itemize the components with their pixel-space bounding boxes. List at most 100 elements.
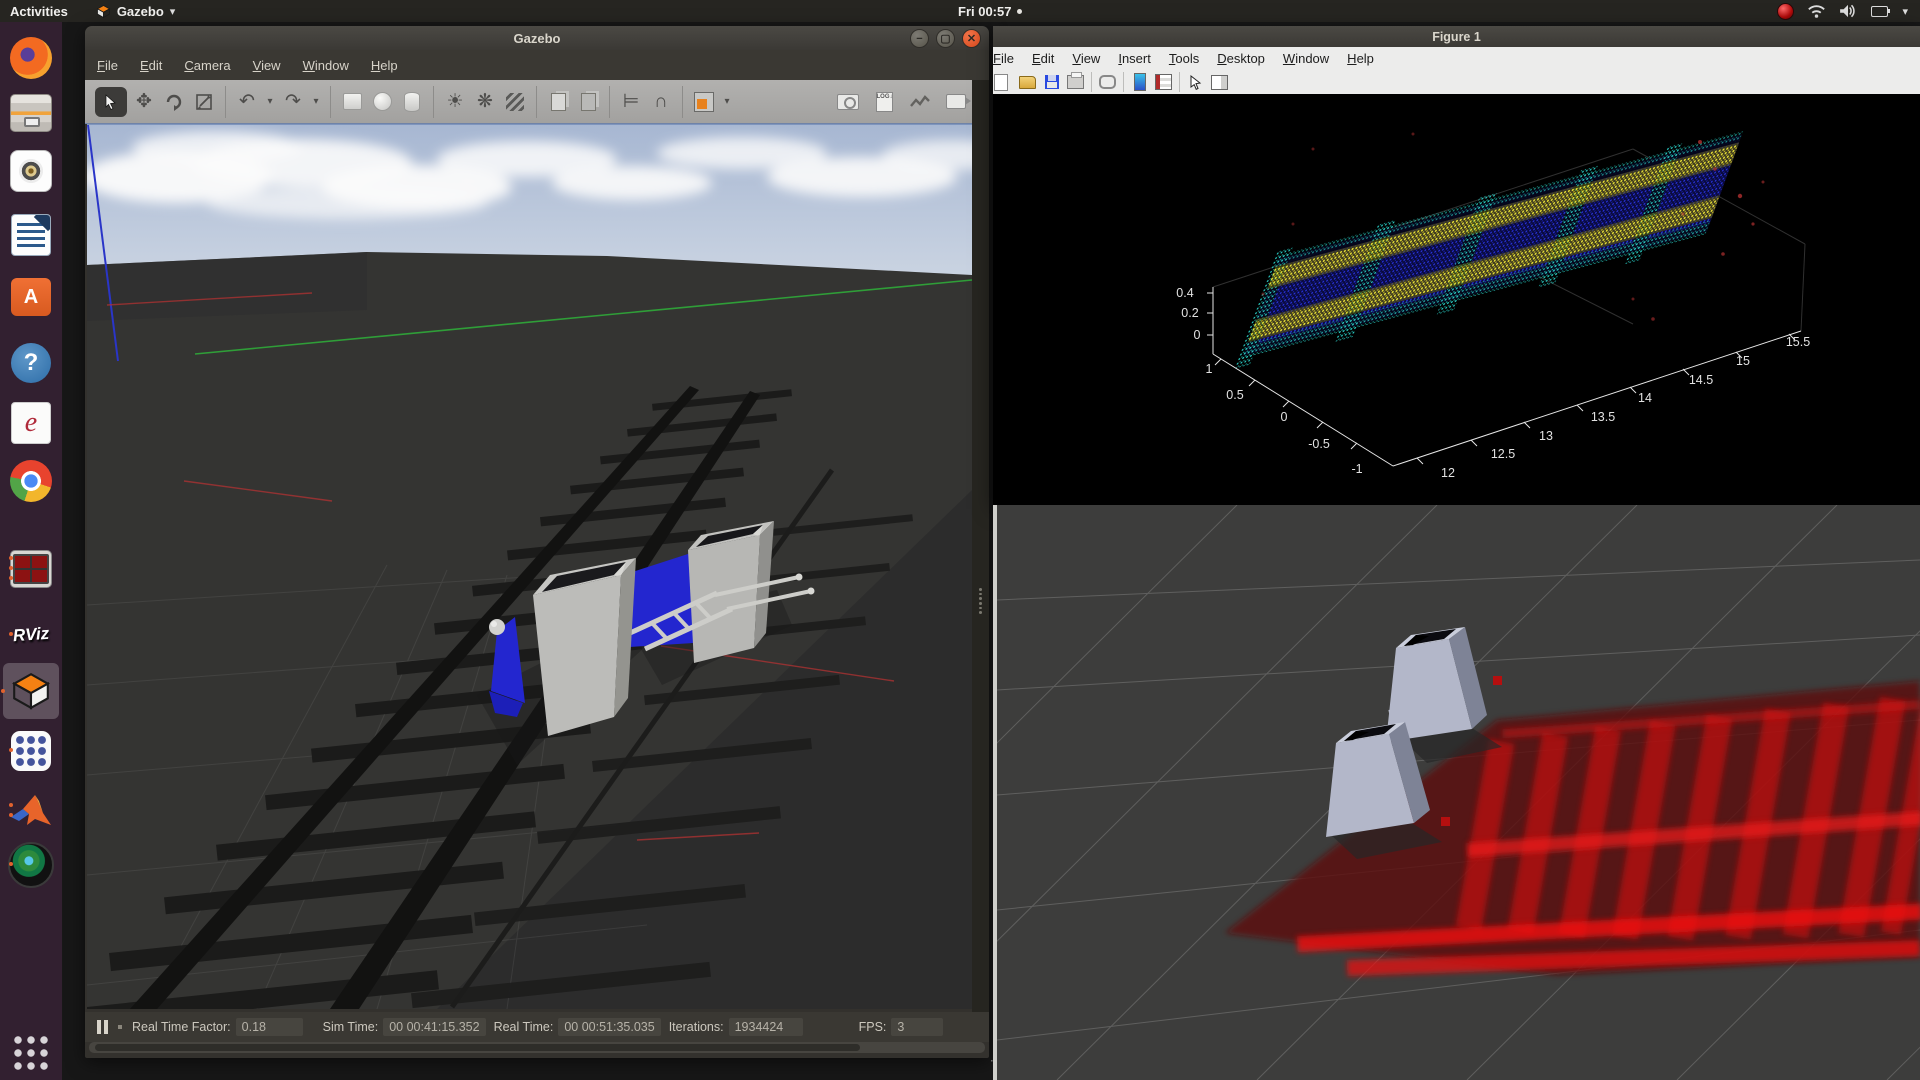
activities-button[interactable]: Activities	[10, 4, 68, 19]
gazebo-statusbar: Real Time Factor: 0.18 Sim Time: 00 00:4…	[85, 1012, 989, 1042]
menu-window[interactable]: Window	[293, 55, 359, 76]
menu-view[interactable]: View	[1063, 49, 1109, 68]
toolbar-separator	[536, 86, 537, 118]
property-inspector-button[interactable]	[1211, 74, 1228, 91]
volume-icon	[1839, 4, 1857, 18]
rtf-label: Real Time Factor:	[132, 1020, 231, 1034]
plot-button[interactable]	[907, 89, 933, 115]
menu-camera[interactable]: Camera	[174, 55, 240, 76]
new-figure-button[interactable]	[995, 74, 1012, 91]
dock-terminator[interactable]	[8, 546, 54, 592]
maximize-button[interactable]: ▢	[936, 29, 955, 48]
chrome-icon	[10, 460, 52, 502]
menu-file[interactable]: File	[993, 49, 1023, 68]
log-record-button[interactable]: LOG↓	[871, 89, 897, 115]
dock-software[interactable]: A	[8, 274, 54, 320]
open-file-button[interactable]	[1019, 74, 1036, 91]
rviz-icon: RViz	[12, 624, 50, 646]
gazebo-icon	[10, 670, 52, 712]
menu-view[interactable]: View	[243, 55, 291, 76]
system-tray-menu[interactable]: ▾	[1777, 0, 1908, 22]
sim-time-label: Sim Time:	[323, 1020, 379, 1034]
scrollbar-thumb[interactable]	[95, 1044, 860, 1051]
menu-edit[interactable]: Edit	[1023, 49, 1063, 68]
point-light-button[interactable]: ☀	[442, 89, 468, 115]
insert-legend-button[interactable]	[1155, 74, 1172, 91]
link-plot-button[interactable]	[1099, 74, 1116, 91]
dock-writer[interactable]	[8, 212, 54, 258]
edit-plot-button[interactable]	[1187, 74, 1204, 91]
copy-button[interactable]	[545, 89, 571, 115]
dock-chrome[interactable]	[8, 458, 54, 504]
rotate-tool-button[interactable]	[161, 89, 187, 115]
horizontal-scrollbar[interactable]	[89, 1042, 985, 1053]
figure-window: Figure 1 File Edit View Insert Tools Des…	[993, 26, 1920, 505]
menu-file[interactable]: File	[87, 55, 128, 76]
align-button[interactable]: ⊨	[618, 89, 644, 115]
x-tick: 14	[1638, 391, 1652, 405]
dock-camera[interactable]	[8, 842, 54, 888]
insert-cylinder-button[interactable]	[399, 89, 425, 115]
menu-tools[interactable]: Tools	[1160, 49, 1208, 68]
insert-colorbar-button[interactable]	[1131, 74, 1148, 91]
app-indicator-menu[interactable]: Gazebo ▾	[96, 4, 176, 19]
toolbar-separator	[1179, 72, 1180, 92]
menu-window[interactable]: Window	[1274, 49, 1338, 68]
undo-dropdown[interactable]: ▾	[264, 89, 276, 115]
select-tool-button[interactable]	[95, 87, 127, 117]
figure-toolbar	[993, 70, 1920, 94]
dock-app-grid[interactable]	[8, 728, 54, 774]
dock-help[interactable]: ?	[8, 340, 54, 386]
rviz-3d-viewport[interactable]	[997, 505, 1920, 1080]
view-angle-dropdown[interactable]: ▾	[721, 89, 733, 115]
dock-files[interactable]	[8, 90, 54, 136]
rtf-value: 0.18	[236, 1018, 303, 1036]
redo-dropdown[interactable]: ▾	[310, 89, 322, 115]
menu-help[interactable]: Help	[361, 55, 408, 76]
paste-button[interactable]	[575, 89, 601, 115]
dock-rviz[interactable]: RViz	[8, 612, 54, 658]
step-button[interactable]	[118, 1025, 122, 1029]
z-tick: 0.4	[1176, 286, 1193, 300]
pause-button[interactable]	[97, 1020, 108, 1034]
terminal-icon	[10, 550, 52, 588]
figure-titlebar[interactable]: Figure 1	[993, 26, 1920, 47]
undo-button[interactable]: ↶	[234, 89, 260, 115]
view-angle-button[interactable]	[691, 89, 717, 115]
railway-pointcloud	[1235, 126, 1745, 368]
dock-firefox[interactable]	[8, 35, 54, 81]
translate-tool-button[interactable]: ✥	[131, 89, 157, 115]
scale-tool-button[interactable]	[191, 89, 217, 115]
save-figure-button[interactable]	[1043, 74, 1060, 91]
gazebo-titlebar[interactable]: Gazebo − ▢ ✕	[85, 26, 989, 50]
insert-sphere-button[interactable]	[369, 89, 395, 115]
menu-edit[interactable]: Edit	[130, 55, 172, 76]
z-tick: 0	[1194, 328, 1201, 342]
spot-light-button[interactable]: ❋	[472, 89, 498, 115]
gazebo-3d-viewport[interactable]	[87, 124, 972, 1009]
menu-desktop[interactable]: Desktop	[1208, 49, 1274, 68]
dock-gazebo[interactable]	[3, 663, 59, 719]
figure-plot-area[interactable]: 0.4 0.2 0 1 0.5 0 -0.5 -1 12 12.5 13 13.…	[993, 94, 1920, 505]
firefox-icon	[10, 37, 52, 79]
minimize-button[interactable]: −	[910, 29, 929, 48]
dock-show-applications[interactable]	[8, 1030, 54, 1076]
screenshot-button[interactable]	[835, 89, 861, 115]
running-dot	[9, 576, 13, 580]
menu-help[interactable]: Help	[1338, 49, 1383, 68]
red-marker	[1441, 817, 1450, 826]
print-button[interactable]	[1067, 74, 1084, 91]
video-record-button[interactable]	[943, 89, 969, 115]
menu-insert[interactable]: Insert	[1109, 49, 1160, 68]
y-tick: 0	[1281, 410, 1288, 424]
snap-button[interactable]: ∩	[648, 89, 674, 115]
close-button[interactable]: ✕	[962, 29, 981, 48]
panel-splitter-handle[interactable]	[977, 588, 984, 614]
dock-rhythmbox[interactable]	[8, 148, 54, 194]
directional-light-button[interactable]	[502, 89, 528, 115]
dock-matlab[interactable]	[8, 788, 54, 834]
dock-document-viewer[interactable]: e	[8, 400, 54, 446]
clock-menu[interactable]: Fri 00:57	[958, 0, 1022, 22]
redo-button[interactable]: ↷	[280, 89, 306, 115]
insert-box-button[interactable]	[339, 89, 365, 115]
